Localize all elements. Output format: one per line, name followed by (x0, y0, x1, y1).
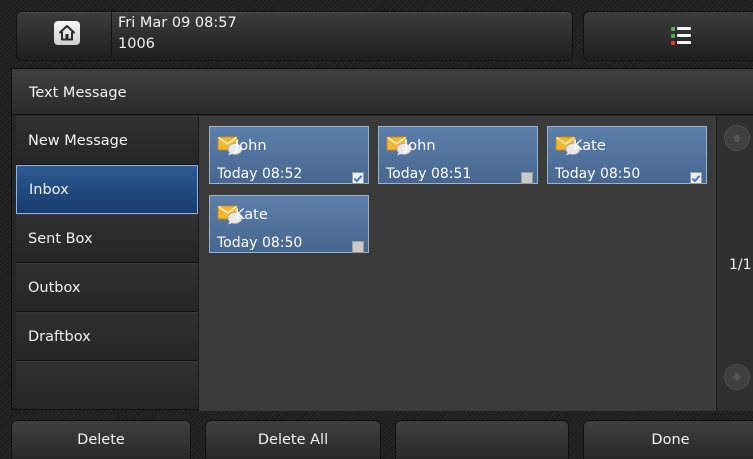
sidebar-item-inbox[interactable]: Inbox (16, 165, 198, 214)
softkey-label: Done (651, 432, 690, 448)
message-grid: John Today 08:52 John Today 08:51 Kate T… (198, 116, 716, 411)
done-button[interactable]: Done (583, 420, 753, 459)
delete-all-button[interactable]: Delete All (205, 420, 381, 459)
sidebar-item-label: New Message (28, 132, 128, 149)
checkmark-icon (691, 174, 701, 182)
message-time: Today 08:50 (217, 235, 303, 251)
extension-number: 1006 (118, 36, 155, 52)
page-up-button[interactable] (724, 125, 750, 151)
message-card[interactable]: Kate Today 08:50 (547, 126, 707, 184)
message-time: Today 08:52 (217, 166, 303, 182)
sidebar-item-draftbox[interactable]: Draftbox (16, 312, 198, 361)
message-card[interactable]: John Today 08:52 (209, 126, 369, 184)
home-button[interactable] (22, 9, 112, 57)
softkey-label: Delete (77, 432, 125, 448)
message-time: Today 08:50 (555, 166, 641, 182)
sidebar-item-label: Sent Box (28, 230, 93, 247)
message-sender: John (235, 138, 267, 154)
sidebar-item-label: Outbox (28, 279, 81, 296)
sidebar-item-label: Draftbox (28, 328, 91, 345)
message-checkbox[interactable] (352, 172, 364, 184)
delete-button[interactable]: Delete (11, 420, 191, 459)
page-scroll-rail: 1/1 (716, 116, 753, 411)
message-sender: John (404, 138, 436, 154)
text-message-window: Text Message New Message Inbox Sent Box … (11, 68, 753, 411)
message-sender: Kate (573, 138, 606, 154)
sidebar-item-sent-box[interactable]: Sent Box (16, 214, 198, 263)
message-card[interactable]: John Today 08:51 (378, 126, 538, 184)
arrow-down-icon (732, 373, 742, 381)
home-icon (53, 21, 80, 45)
page-down-button[interactable] (724, 364, 750, 390)
sidebar: New Message Inbox Sent Box Outbox Draftb… (16, 116, 198, 411)
date-time: Fri Mar 09 08:57 (118, 15, 237, 31)
sidebar-item-label: Inbox (29, 181, 69, 198)
message-checkbox[interactable] (352, 241, 364, 253)
arrow-up-icon (732, 134, 742, 142)
sidebar-item-empty (16, 361, 198, 410)
checkmark-icon (353, 174, 363, 182)
window-header: Text Message (12, 69, 753, 115)
window-title: Text Message (29, 85, 127, 101)
sidebar-item-new-message[interactable]: New Message (16, 116, 198, 165)
menu-button[interactable] (583, 11, 753, 61)
message-checkbox[interactable] (521, 172, 533, 184)
status-bar: Fri Mar 09 08:57 1006 (0, 0, 753, 66)
menu-list-icon (670, 26, 691, 46)
page-indicator: 1/1 (729, 257, 752, 273)
message-sender: Kate (235, 207, 268, 223)
empty-softkey[interactable] (395, 420, 569, 459)
sidebar-item-outbox[interactable]: Outbox (16, 263, 198, 312)
message-time: Today 08:51 (386, 166, 472, 182)
message-checkbox[interactable] (690, 172, 702, 184)
softkey-label: Delete All (257, 432, 329, 448)
message-card[interactable]: Kate Today 08:50 (209, 195, 369, 253)
